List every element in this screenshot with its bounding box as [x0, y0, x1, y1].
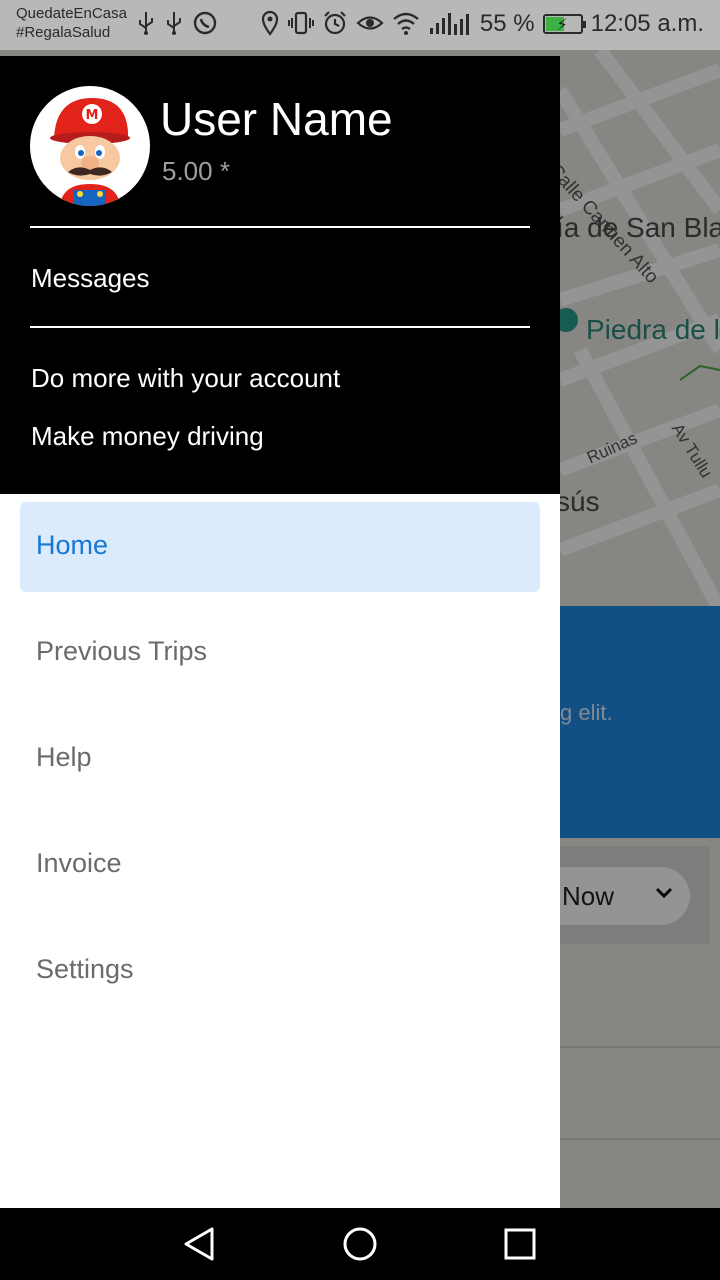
menu-item-label: Settings [36, 954, 134, 984]
do-more-link[interactable]: Do more with your account [31, 363, 340, 394]
signal-icon [447, 14, 469, 35]
wifi-icon [393, 12, 419, 35]
menu-item-help[interactable]: Help [20, 714, 540, 804]
carrier-label: QuedateEnCasa #RegalaSalud [16, 4, 127, 42]
messages-link[interactable]: Messages [31, 263, 150, 294]
make-money-link[interactable]: Make money driving [31, 421, 264, 452]
menu-item-invoice[interactable]: Invoice [20, 820, 540, 910]
status-icons [136, 10, 454, 36]
menu-item-label: Home [36, 530, 109, 560]
divider [30, 226, 530, 228]
charging-icon: ⚡ [556, 17, 568, 34]
clock: 12:05 a.m. [590, 10, 704, 37]
drawer-header: M User Name 5.00 * Messages Do more with… [0, 56, 560, 494]
usb-icon [139, 12, 153, 35]
vibrate-icon [288, 11, 314, 35]
status-bar: QuedateEnCasa #RegalaSalud 55 % ⚡ 12:05 … [0, 0, 720, 50]
menu-item-home[interactable]: Home [20, 502, 540, 592]
battery-icon: ⚡ [542, 14, 586, 34]
home-icon[interactable] [342, 1226, 378, 1262]
carrier-line-1: QuedateEnCasa [16, 5, 127, 22]
mario-avatar-icon: M [50, 98, 130, 206]
menu-item-label: Previous Trips [36, 636, 208, 666]
divider [30, 326, 530, 328]
menu-item-label: Invoice [36, 848, 122, 878]
user-rating: 5.00 * [162, 156, 230, 186]
usb-icon [167, 12, 181, 35]
menu-item-previous-trips[interactable]: Previous Trips [20, 608, 540, 698]
system-nav-bar [0, 1208, 720, 1280]
svg-text:M: M [86, 108, 99, 123]
battery-percent: 55 % [479, 10, 535, 37]
carrier-line-2: #RegalaSalud [16, 24, 111, 41]
whatsapp-icon [193, 11, 217, 35]
location-icon [261, 10, 279, 36]
avatar[interactable]: M [30, 86, 150, 206]
status-right: 55 % ⚡ 12:05 a.m. [446, 10, 704, 38]
menu-item-label: Help [36, 742, 92, 772]
navigation-drawer: M User Name 5.00 * Messages Do more with… [0, 56, 560, 1208]
menu-item-settings[interactable]: Settings [20, 926, 540, 1016]
back-icon[interactable] [182, 1226, 218, 1262]
recent-apps-icon[interactable] [502, 1226, 538, 1262]
eye-icon [356, 16, 384, 30]
alarm-icon [324, 11, 346, 35]
user-name: User Name [160, 93, 393, 145]
